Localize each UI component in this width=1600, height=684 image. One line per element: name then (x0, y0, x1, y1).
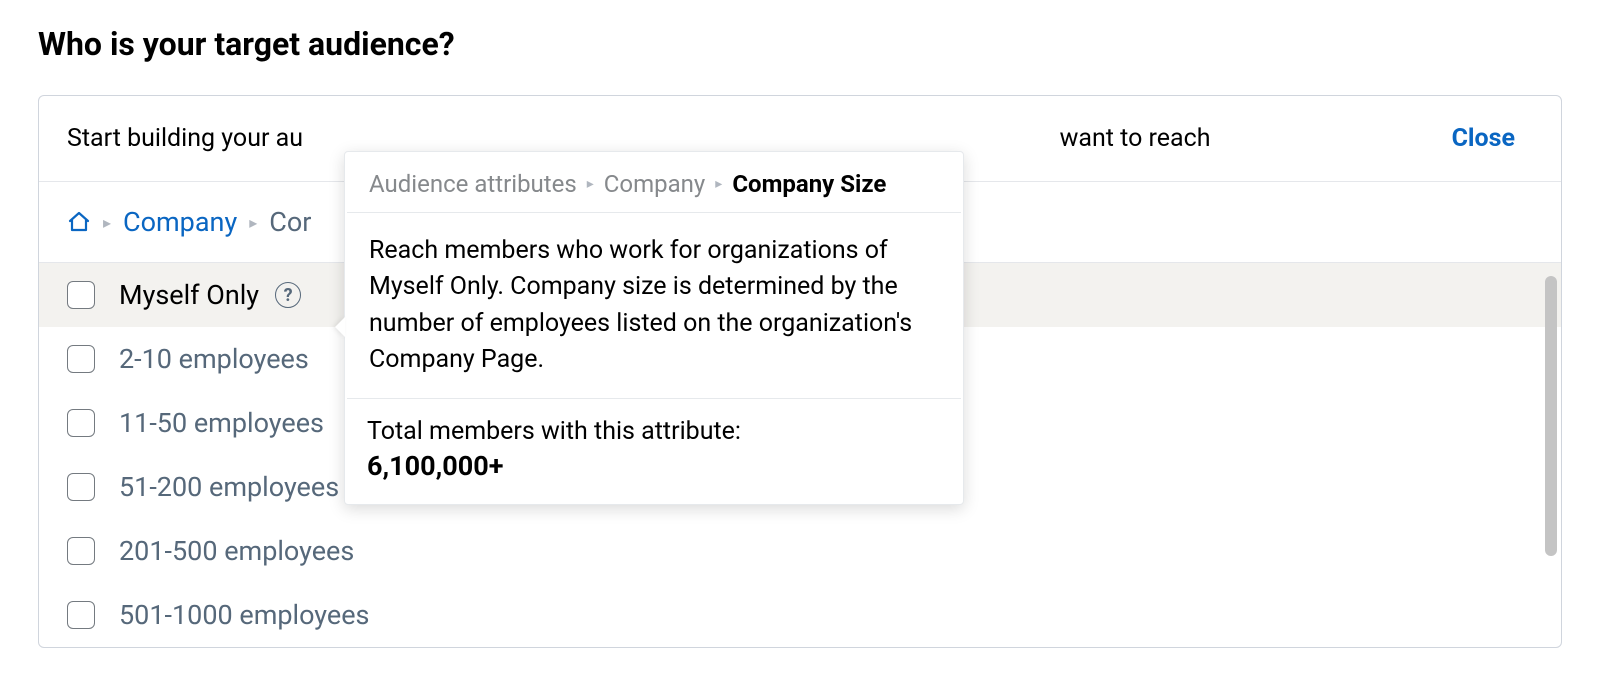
tooltip-count: 6,100,000+ (367, 450, 941, 482)
option-label: 201-500 employees (119, 535, 354, 567)
chevron-right-icon: ▸ (715, 176, 722, 192)
option-label: Myself Only (119, 279, 259, 311)
breadcrumb-truncated: Cor (269, 206, 311, 238)
checkbox[interactable] (67, 537, 95, 565)
option-label: 11-50 employees (119, 407, 324, 439)
tooltip-footer-label: Total members with this attribute: (367, 417, 941, 446)
option-label: 51-200 employees (119, 471, 339, 503)
scrollbar[interactable] (1545, 276, 1557, 556)
option-row[interactable]: 201-500 employees (39, 519, 1561, 583)
tooltip-description: Reach members who work for organizations… (347, 213, 961, 399)
page-title: Who is your target audience? (38, 25, 1562, 63)
breadcrumb-sep: ▸ (103, 213, 111, 232)
audience-panel: Start building your auxxxxxxxxxxxxxxxxxx… (38, 95, 1562, 648)
checkbox[interactable] (67, 281, 95, 309)
breadcrumb-company[interactable]: Company (123, 206, 237, 238)
tooltip-crumb-size: Company Size (732, 170, 886, 198)
tooltip-breadcrumb: Audience attributes ▸ Company ▸ Company … (347, 152, 961, 213)
panel-intro-text: Start building your auxxxxxxxxxxxxxxxxxx… (67, 124, 1211, 153)
tooltip-crumb-company: Company (604, 170, 706, 198)
tooltip-crumb-audience: Audience attributes (369, 170, 577, 198)
close-button[interactable]: Close (1452, 124, 1515, 153)
help-icon[interactable]: ? (275, 282, 301, 308)
chevron-right-icon: ▸ (587, 176, 594, 192)
option-label: 2-10 employees (119, 343, 309, 375)
option-label: 501-1000 employees (119, 599, 369, 631)
option-row[interactable]: 501-1000 employees (39, 583, 1561, 647)
checkbox[interactable] (67, 345, 95, 373)
attribute-tooltip: Audience attributes ▸ Company ▸ Company … (344, 151, 964, 505)
breadcrumb-sep: ▸ (249, 213, 257, 232)
checkbox[interactable] (67, 473, 95, 501)
checkbox[interactable] (67, 409, 95, 437)
checkbox[interactable] (67, 601, 95, 629)
tooltip-footer: Total members with this attribute: 6,100… (345, 399, 963, 504)
intro-text-left: Start building your au (67, 124, 303, 153)
intro-text-right: want to reach (1060, 124, 1211, 153)
home-icon[interactable] (67, 210, 91, 234)
